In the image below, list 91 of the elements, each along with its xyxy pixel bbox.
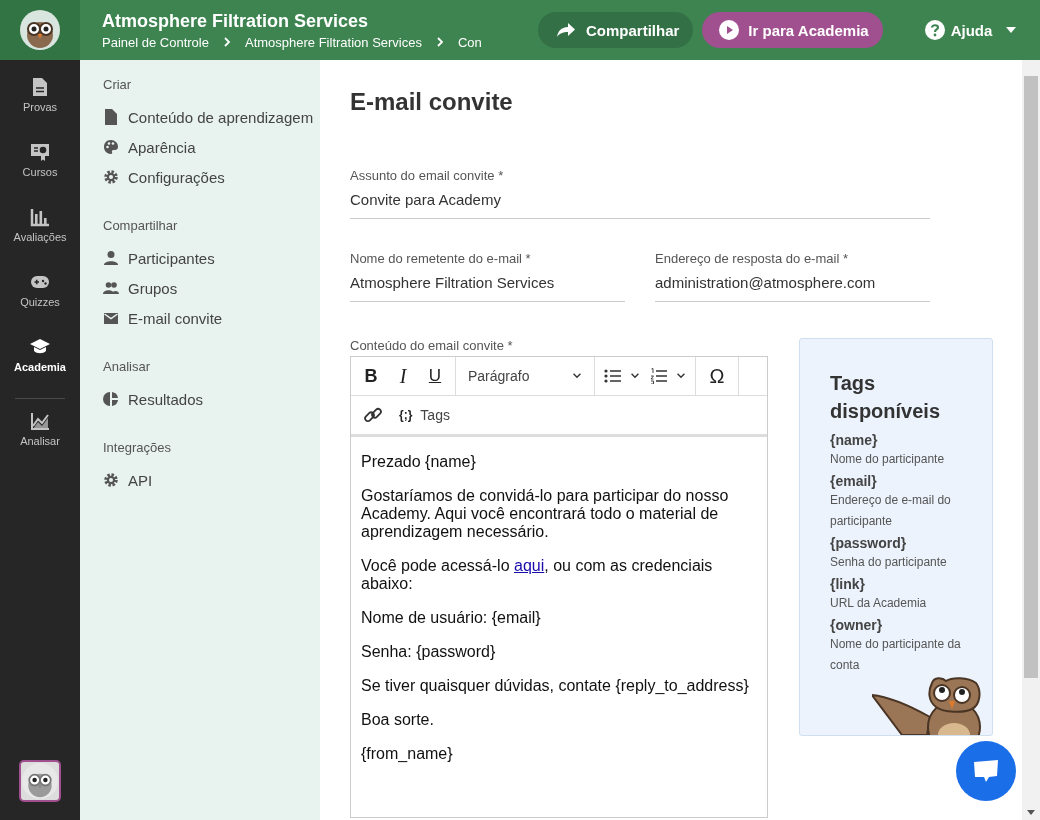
share-arrow-icon xyxy=(556,22,576,38)
breadcrumb-link[interactable]: Con xyxy=(458,34,482,50)
chevron-right-icon xyxy=(436,37,444,47)
rail-nav-item[interactable]: Quizzes xyxy=(20,272,60,337)
input-field[interactable]: administration@atmosphere.com xyxy=(655,266,930,302)
person-icon xyxy=(103,250,119,266)
panel-title: Tags disponíveis xyxy=(830,371,942,424)
section-heading: Analisar xyxy=(103,359,151,374)
page-title: E-mail convite xyxy=(350,88,514,116)
chevron-down-icon xyxy=(630,373,640,379)
tag-description: Nome do participante xyxy=(830,451,946,468)
tags-button[interactable]: {;} Tags xyxy=(393,398,456,432)
section-heading: Criar xyxy=(103,77,133,92)
body-paragraph: Senha: {password} xyxy=(361,643,497,661)
field-label: Assunto do email convite * xyxy=(350,168,505,183)
input-field[interactable]: Atmosphere Filtration Services xyxy=(350,266,625,302)
tag-description: Senha do participante xyxy=(830,554,948,571)
side-menu-item[interactable]: E-mail convite xyxy=(103,303,320,333)
chat-button[interactable] xyxy=(956,741,1016,801)
numbered-list-icon xyxy=(650,368,668,384)
breadcrumb-link[interactable]: Painel de Controle xyxy=(102,34,209,50)
side-menu-item[interactable]: Conteúdo de aprendizagem xyxy=(103,102,320,132)
input-field[interactable]: Convite para Academy xyxy=(350,183,930,219)
side-menu-item[interactable]: Participantes xyxy=(103,243,320,273)
document-icon xyxy=(30,77,50,97)
body-paragraph: Nome de usuário: {email} xyxy=(361,609,542,627)
side-menu-item[interactable]: Configurações xyxy=(103,162,320,192)
body-paragraph: {from_name} xyxy=(361,745,454,763)
scrollbar[interactable] xyxy=(1022,60,1040,820)
tag-description: Endereço de e-mail do participante xyxy=(830,492,952,530)
academy-button[interactable]: Ir para Academia xyxy=(702,12,883,48)
link-icon xyxy=(363,405,383,425)
side-menu-item[interactable]: Aparência xyxy=(103,132,320,162)
caret-down-icon xyxy=(1027,810,1035,815)
speech-bubble-icon xyxy=(972,759,1000,783)
body-paragraph: Prezado {name} xyxy=(361,453,477,471)
chevron-down-icon xyxy=(572,373,582,379)
palette-icon xyxy=(103,139,119,155)
rail-nav-item[interactable]: Cursos xyxy=(22,142,58,207)
document-icon xyxy=(103,109,119,125)
field-label: Nome do remetente do e-mail * xyxy=(350,251,532,266)
gear-icon xyxy=(103,169,119,185)
bold-button[interactable]: B xyxy=(355,359,387,393)
chevron-down-icon xyxy=(676,373,686,379)
share-button[interactable]: Compartilhar xyxy=(538,12,694,48)
bullet-list-icon xyxy=(604,368,622,384)
chevron-right-icon xyxy=(222,37,231,47)
body-paragraph: Se tiver quaisquer dúvidas, contate {reply_to_address} xyxy=(361,677,750,695)
section-heading: Integrações xyxy=(103,440,172,455)
side-menu-item[interactable]: Grupos xyxy=(103,273,320,303)
field-label: Conteúdo do email convite * xyxy=(350,338,514,353)
italic-button[interactable]: I xyxy=(387,359,419,393)
rail-nav-item[interactable]: Academia xyxy=(14,337,66,402)
tag-description: Nome do participante da conta xyxy=(830,636,962,674)
tag-description: URL da Academia xyxy=(830,595,928,612)
body-paragraph: Boa sorte. xyxy=(361,711,435,729)
help-icon xyxy=(924,20,945,40)
tag-name: {owner} xyxy=(830,616,884,634)
caret-down-icon xyxy=(1006,27,1017,33)
certificate-icon xyxy=(30,142,50,162)
inline-link[interactable]: aqui xyxy=(514,557,545,574)
help-button[interactable]: Ajuda xyxy=(924,20,1017,40)
tag-name: {email} xyxy=(830,472,878,490)
app-title: Atmosphere Filtration Services xyxy=(102,10,369,32)
field-label: Endereço de resposta do e-mail * xyxy=(655,251,849,266)
play-circle-icon xyxy=(718,19,741,41)
line-chart-icon xyxy=(30,411,50,431)
user-avatar[interactable] xyxy=(19,760,61,802)
owl-avatar-icon xyxy=(22,763,58,799)
breadcrumb-link[interactable]: Atmosphere Filtration Services xyxy=(244,34,422,50)
body-paragraph: Gostaríamos de convidá-lo para participar do nosso Academy. Aqui você encontrará todo o material de aprendizagem necessário. xyxy=(361,487,730,541)
scrollbar-thumb[interactable] xyxy=(1024,76,1038,678)
people-icon xyxy=(103,280,119,296)
rail-nav-item[interactable]: Analisar xyxy=(20,411,60,476)
rail-nav-item[interactable]: Avaliações xyxy=(13,207,67,272)
special-character-button[interactable]: Ω xyxy=(700,359,734,393)
body-paragraph: Você pode acessá-lo aqui, ou com as credenciais abaixo: xyxy=(361,557,714,593)
owl-logo-icon xyxy=(20,10,60,50)
section-heading: Compartilhar xyxy=(103,218,179,233)
tag-name: {password} xyxy=(830,534,908,552)
rail-nav-item[interactable]: Provas xyxy=(22,77,58,142)
format-dropdown[interactable]: Parágrafo xyxy=(460,359,590,393)
side-menu-item[interactable]: API xyxy=(103,465,320,495)
underline-button[interactable]: U xyxy=(419,359,451,393)
side-menu-item[interactable]: Resultados xyxy=(103,384,320,414)
tag-name: {name} xyxy=(830,431,879,449)
tag-name: {link} xyxy=(830,575,866,593)
bar-chart-icon xyxy=(30,207,50,227)
envelope-icon xyxy=(103,310,119,326)
gear-icon xyxy=(103,472,119,488)
pie-chart-icon xyxy=(103,391,119,407)
